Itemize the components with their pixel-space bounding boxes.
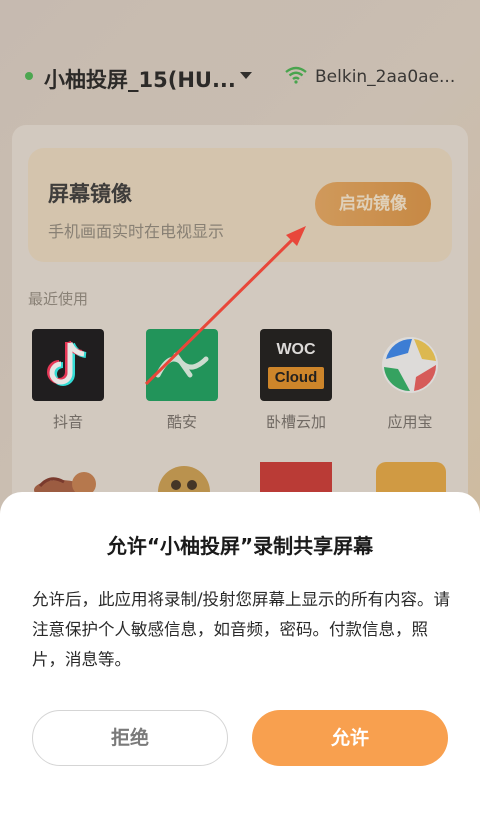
dialog-title: 允许“小柚投屏”录制共享屏幕 [106, 534, 374, 558]
allow-button[interactable]: 允许 [252, 710, 448, 766]
screen-capture-permission-dialog: 允许“小柚投屏”录制共享屏幕 允许后，此应用将录制/投射您屏幕上显示的所有内容。… [0, 492, 480, 818]
dialog-message: 允许后，此应用将录制/投射您屏幕上显示的所有内容。请注意保护个人敏感信息，如音频… [32, 590, 451, 669]
deny-button[interactable]: 拒绝 [32, 710, 228, 766]
